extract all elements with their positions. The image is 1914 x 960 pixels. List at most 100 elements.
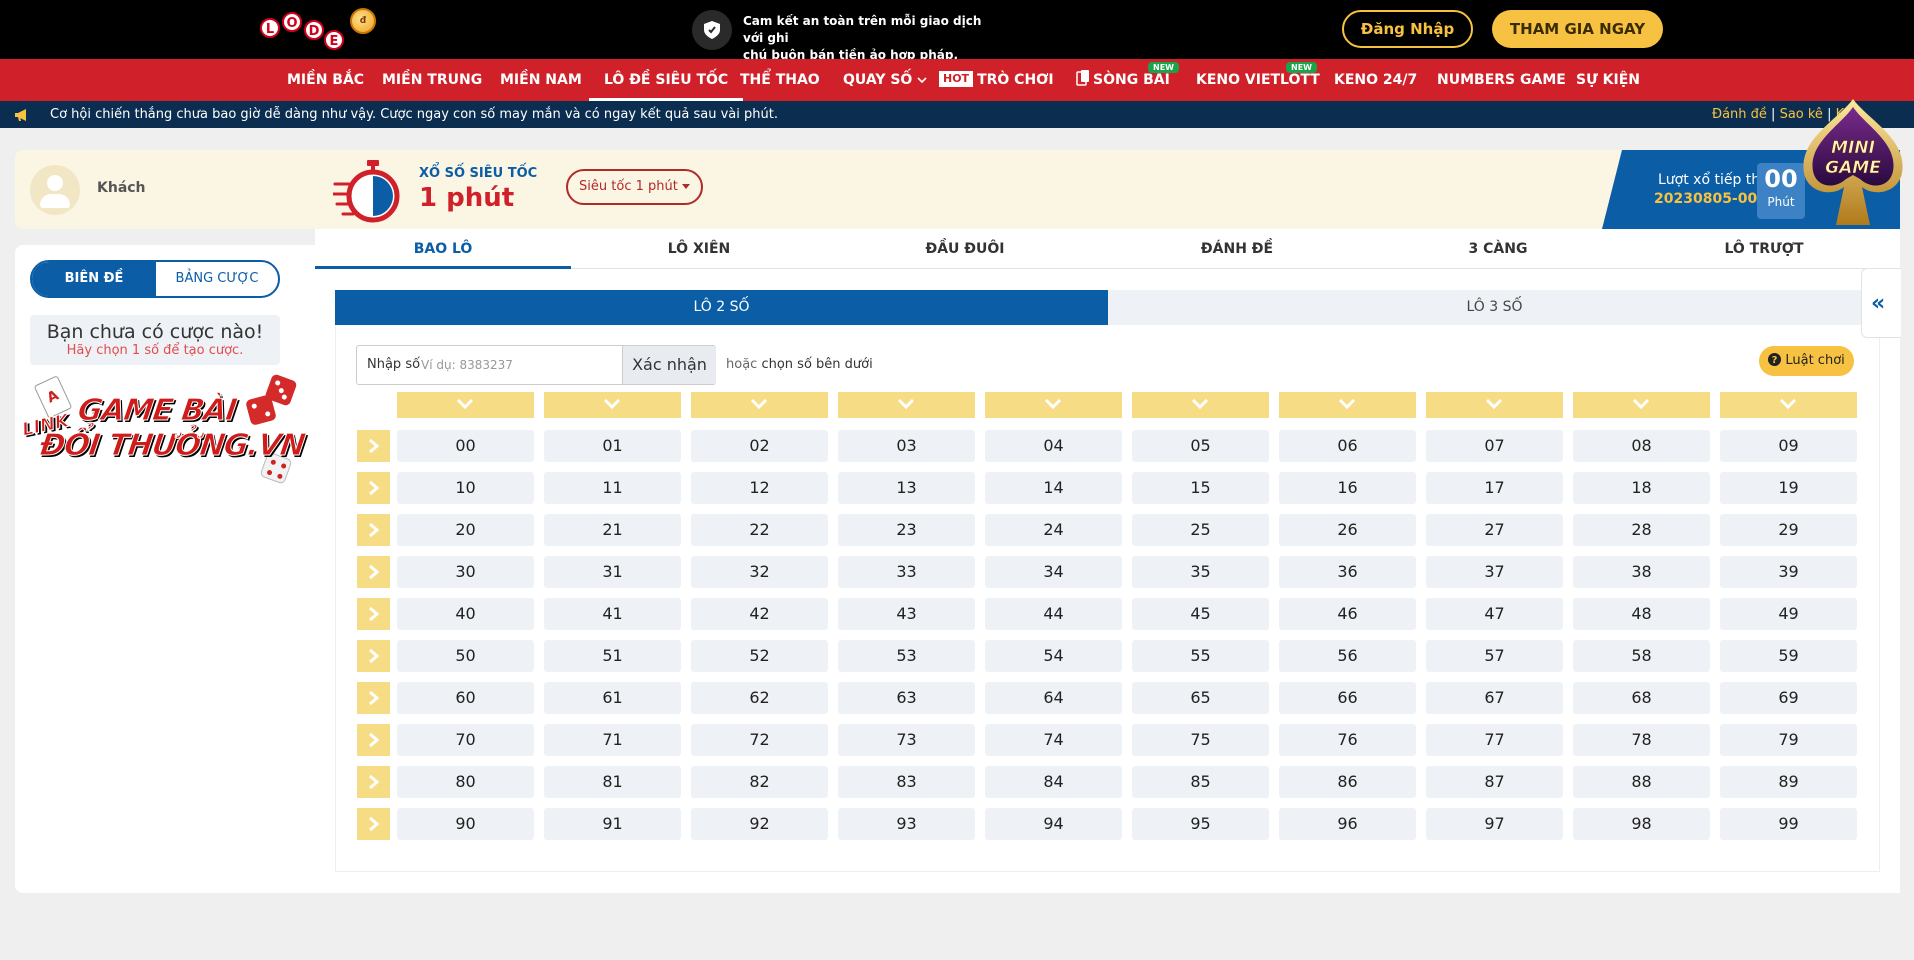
number-cell[interactable]: 90 (397, 808, 534, 840)
number-cell[interactable]: 16 (1279, 472, 1416, 504)
nav-item-tro-choi[interactable]: HOT TRÒ CHƠI (939, 59, 1054, 101)
number-cell[interactable]: 63 (838, 682, 975, 714)
nav-item-mien-bac[interactable]: MIỀN BẮC (287, 59, 364, 101)
confirm-button[interactable]: Xác nhận (622, 346, 716, 384)
number-cell[interactable]: 84 (985, 766, 1122, 798)
nav-item-quay-so[interactable]: QUAY SỐ (843, 59, 927, 101)
number-cell[interactable]: 37 (1426, 556, 1563, 588)
row-select-button[interactable] (357, 724, 390, 756)
number-cell[interactable]: 35 (1132, 556, 1269, 588)
number-cell[interactable]: 45 (1132, 598, 1269, 630)
number-cell[interactable]: 15 (1132, 472, 1269, 504)
column-select-button[interactable] (1132, 392, 1269, 418)
number-cell[interactable]: 21 (544, 514, 681, 546)
number-cell[interactable]: 57 (1426, 640, 1563, 672)
nav-item-the-thao[interactable]: THỂ THAO (740, 59, 820, 101)
number-cell[interactable]: 10 (397, 472, 534, 504)
number-cell[interactable]: 34 (985, 556, 1122, 588)
number-cell[interactable]: 09 (1720, 430, 1857, 462)
mini-game-button[interactable]: MINI GAME (1792, 95, 1914, 235)
number-cell[interactable]: 46 (1279, 598, 1416, 630)
number-cell[interactable]: 87 (1426, 766, 1563, 798)
row-select-button[interactable] (357, 640, 390, 672)
column-select-button[interactable] (1426, 392, 1563, 418)
number-cell[interactable]: 22 (691, 514, 828, 546)
number-cell[interactable]: 03 (838, 430, 975, 462)
number-cell[interactable]: 25 (1132, 514, 1269, 546)
avatar[interactable] (30, 165, 80, 215)
number-cell[interactable]: 32 (691, 556, 828, 588)
nav-item-keno-247[interactable]: KENO 24/7 (1334, 59, 1417, 101)
number-cell[interactable]: 33 (838, 556, 975, 588)
number-cell[interactable]: 88 (1573, 766, 1710, 798)
row-select-button[interactable] (357, 430, 390, 462)
nav-item-mien-nam[interactable]: MIỀN NAM (500, 59, 582, 101)
number-cell[interactable]: 58 (1573, 640, 1710, 672)
number-cell[interactable]: 06 (1279, 430, 1416, 462)
number-cell[interactable]: 71 (544, 724, 681, 756)
number-cell[interactable]: 53 (838, 640, 975, 672)
number-cell[interactable]: 75 (1132, 724, 1269, 756)
number-cell[interactable]: 26 (1279, 514, 1416, 546)
collapse-panel-button[interactable]: « (1861, 268, 1901, 338)
login-button[interactable]: Đăng Nhập (1342, 10, 1473, 48)
number-cell[interactable]: 31 (544, 556, 681, 588)
number-cell[interactable]: 40 (397, 598, 534, 630)
number-cell[interactable]: 72 (691, 724, 828, 756)
number-cell[interactable]: 44 (985, 598, 1122, 630)
number-cell[interactable]: 60 (397, 682, 534, 714)
number-cell[interactable]: 99 (1720, 808, 1857, 840)
number-cell[interactable]: 07 (1426, 430, 1563, 462)
number-cell[interactable]: 51 (544, 640, 681, 672)
column-select-button[interactable] (985, 392, 1122, 418)
toggle-bang-cuoc[interactable]: BẢNG CƯỢC (156, 262, 278, 296)
number-cell[interactable]: 05 (1132, 430, 1269, 462)
row-select-button[interactable] (357, 766, 390, 798)
number-cell[interactable]: 64 (985, 682, 1122, 714)
number-cell[interactable]: 86 (1279, 766, 1416, 798)
number-cell[interactable]: 49 (1720, 598, 1857, 630)
number-cell[interactable]: 56 (1279, 640, 1416, 672)
number-cell[interactable]: 81 (544, 766, 681, 798)
number-cell[interactable]: 61 (544, 682, 681, 714)
number-cell[interactable]: 69 (1720, 682, 1857, 714)
number-cell[interactable]: 62 (691, 682, 828, 714)
column-select-button[interactable] (1720, 392, 1857, 418)
rules-button[interactable]: ? Luật chơi (1759, 346, 1854, 376)
number-cell[interactable]: 93 (838, 808, 975, 840)
number-cell[interactable]: 30 (397, 556, 534, 588)
number-cell[interactable]: 73 (838, 724, 975, 756)
number-cell[interactable]: 94 (985, 808, 1122, 840)
number-cell[interactable]: 04 (985, 430, 1122, 462)
nav-item-su-kien[interactable]: SỰ KIỆN (1576, 59, 1640, 101)
nav-item-numbers-game[interactable]: NUMBERS GAME (1437, 59, 1566, 101)
number-cell[interactable]: 76 (1279, 724, 1416, 756)
number-cell[interactable]: 91 (544, 808, 681, 840)
nav-item-mien-trung[interactable]: MIỀN TRUNG (382, 59, 482, 101)
number-cell[interactable]: 14 (985, 472, 1122, 504)
column-select-button[interactable] (1279, 392, 1416, 418)
number-cell[interactable]: 24 (985, 514, 1122, 546)
tab-dau-duoi[interactable]: ĐẦU ĐUÔI (837, 229, 1093, 269)
number-cell[interactable]: 23 (838, 514, 975, 546)
column-select-button[interactable] (691, 392, 828, 418)
number-cell[interactable]: 98 (1573, 808, 1710, 840)
number-cell[interactable]: 77 (1426, 724, 1563, 756)
number-cell[interactable]: 79 (1720, 724, 1857, 756)
number-cell[interactable]: 59 (1720, 640, 1857, 672)
row-select-button[interactable] (357, 808, 390, 840)
column-select-button[interactable] (1573, 392, 1710, 418)
number-cell[interactable]: 85 (1132, 766, 1269, 798)
row-select-button[interactable] (357, 514, 390, 546)
number-cell[interactable]: 13 (838, 472, 975, 504)
number-cell[interactable]: 17 (1426, 472, 1563, 504)
number-cell[interactable]: 97 (1426, 808, 1563, 840)
speed-select[interactable]: Siêu tốc 1 phút (566, 169, 703, 205)
number-cell[interactable]: 89 (1720, 766, 1857, 798)
number-cell[interactable]: 68 (1573, 682, 1710, 714)
number-cell[interactable]: 28 (1573, 514, 1710, 546)
subtab-lo-3-so[interactable]: LÔ 3 SỐ (1108, 290, 1881, 325)
number-cell[interactable]: 00 (397, 430, 534, 462)
number-input[interactable] (421, 351, 571, 379)
number-cell[interactable]: 54 (985, 640, 1122, 672)
